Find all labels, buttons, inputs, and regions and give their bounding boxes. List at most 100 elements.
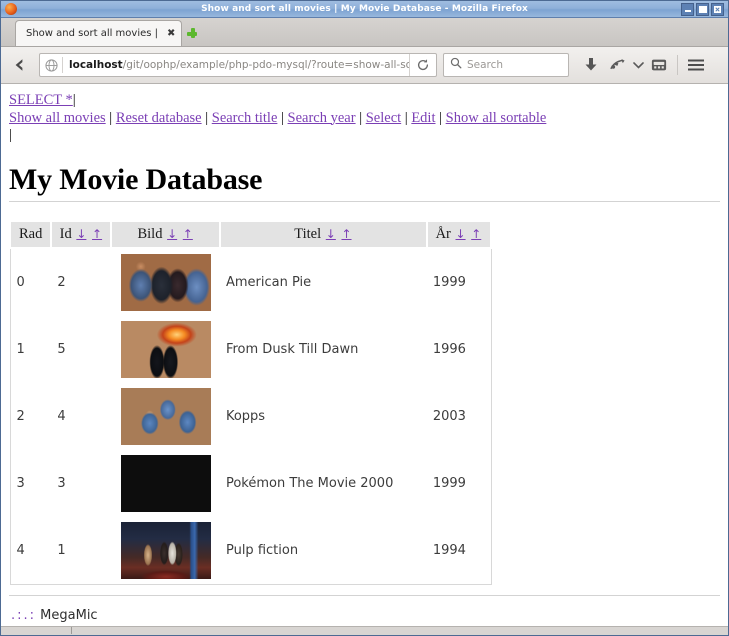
window-controls (681, 2, 726, 16)
column-label-bild: Bild (137, 225, 163, 242)
new-tab-button[interactable] (182, 20, 202, 46)
cell-id: 4 (57, 408, 66, 424)
cell-rad: 4 (16, 542, 25, 558)
footer-dots: .:.: (11, 607, 37, 623)
search-icon (450, 56, 462, 74)
link-reset-database[interactable]: Reset database (116, 110, 202, 126)
nav-separator-4: | (359, 109, 363, 126)
footer: .:.: MegaMic (9, 596, 720, 623)
link-search-year[interactable]: Search year (288, 110, 356, 126)
table-header-row: Rad Id ↓ ↑ Bild ↓ ↑ Titel ↓ ↑ År ↓ ↑ (8, 219, 493, 249)
window-title: Show and sort all movies | My Movie Data… (201, 4, 528, 14)
cell-rad: 1 (16, 341, 25, 357)
url-host: localhost (69, 59, 123, 71)
globe-icon (40, 58, 62, 72)
reload-button[interactable] (409, 54, 436, 76)
table-row: 3 3 Pokémon The Movie 2000 1999 (10, 450, 491, 517)
hamburger-menu-icon[interactable] (684, 52, 708, 78)
window-bottom-edge (1, 626, 728, 635)
close-button[interactable] (711, 2, 724, 16)
page-title: My Movie Database (9, 162, 263, 196)
cell-titel: Kopps (225, 408, 266, 424)
sort-asc-bild-icon[interactable]: ↑ (182, 227, 194, 241)
cell-id: 2 (57, 274, 66, 290)
toolbar-divider (677, 55, 678, 75)
link-edit[interactable]: Edit (411, 110, 435, 126)
cell-bild (111, 316, 220, 383)
cell-bild (111, 383, 220, 450)
maximize-button[interactable] (696, 2, 709, 16)
from-dusk-till-dawn-thumbnail (120, 320, 211, 378)
cell-id: 5 (57, 341, 66, 357)
link-select-star[interactable]: SELECT * (9, 92, 73, 108)
nav-separator-2: | (205, 109, 209, 126)
link-search-title[interactable]: Search title (212, 110, 278, 126)
site-navigation: SELECT * | Show all movies | Reset databa… (9, 92, 720, 145)
page-content: SELECT * | Show all movies | Reset databa… (1, 84, 728, 626)
cell-titel: Pulp fiction (225, 542, 299, 558)
cell-rad: 2 (16, 408, 25, 424)
nav-separator-7: | (9, 127, 12, 143)
download-icon[interactable] (579, 52, 603, 78)
sort-desc-titel-icon[interactable]: ↓ (325, 227, 337, 241)
column-header-ar: År ↓ ↑ (425, 219, 493, 249)
cell-bild (111, 248, 220, 316)
column-label-titel: Titel (294, 225, 322, 242)
plus-icon (187, 28, 198, 38)
sort-asc-titel-icon[interactable]: ↑ (340, 227, 352, 241)
pokemon-the-movie-2000-thumbnail (120, 454, 211, 512)
tab-show-and-sort-all-movies[interactable]: Show and sort all movies | ... ✖ (15, 20, 183, 46)
american-pie-thumbnail (120, 253, 211, 311)
cell-bild (111, 450, 220, 517)
tab-strip: Show and sort all movies | ... ✖ (1, 18, 728, 47)
movie-table-body: 0 2 American Pie 1999 1 5 From Dusk Till Dawn 1… (10, 248, 491, 585)
sort-desc-ar-icon[interactable]: ↓ (455, 227, 467, 241)
cell-ar: 2003 (432, 408, 466, 424)
link-show-all-movies[interactable]: Show all movies (9, 110, 106, 126)
table-row: 2 4 Kopps 2003 (10, 383, 491, 450)
link-show-all-sortable[interactable]: Show all sortable (446, 110, 547, 126)
sort-asc-id-icon[interactable]: ↑ (91, 227, 103, 241)
nav-separator-6: | (439, 109, 443, 126)
footer-text: MegaMic (40, 607, 98, 623)
cell-ar: 1996 (432, 341, 466, 357)
nav-separator-5: | (404, 109, 408, 126)
minimize-button[interactable] (681, 2, 694, 16)
table-row: 0 2 American Pie 1999 (10, 248, 491, 316)
cell-titel: American Pie (225, 274, 312, 290)
column-header-rad: Rad (8, 219, 53, 249)
cell-ar: 1994 (432, 542, 466, 558)
cell-ar: 1999 (432, 475, 466, 491)
url-text: localhost/git/oophp/example/php-pdo-mysq… (63, 54, 409, 76)
title-divider (9, 200, 720, 202)
cell-ar: 1999 (432, 274, 466, 290)
sort-asc-ar-icon[interactable]: ↑ (470, 227, 482, 241)
cell-bild (111, 517, 220, 585)
link-select[interactable]: Select (366, 110, 401, 126)
kopps-thumbnail (120, 387, 211, 445)
tab-close-icon[interactable]: ✖ (167, 28, 175, 39)
sort-desc-id-icon[interactable]: ↓ (75, 227, 87, 241)
toolbar-icon-group (579, 52, 708, 78)
nav-separator-1: | (109, 109, 113, 126)
table-row: 4 1 Pulp fiction 1994 (10, 517, 491, 585)
url-bar[interactable]: localhost/git/oophp/example/php-pdo-mysq… (39, 53, 437, 77)
chevron-down-icon[interactable] (631, 52, 645, 78)
sync-icon[interactable] (605, 52, 629, 78)
browser-window: Show and sort all movies | My Movie Data… (0, 0, 729, 636)
reader-icon[interactable] (647, 52, 671, 78)
column-label-rad: Rad (19, 225, 43, 242)
sort-desc-bild-icon[interactable]: ↓ (166, 227, 178, 241)
cell-id: 1 (57, 542, 66, 558)
url-path: /git/oophp/example/php-pdo-mysql/?route=… (122, 59, 409, 71)
cell-id: 3 (57, 475, 66, 491)
navigation-toolbar: localhost/git/oophp/example/php-pdo-mysq… (1, 47, 728, 84)
table-row: 1 5 From Dusk Till Dawn 1996 (10, 316, 491, 383)
search-bar[interactable]: Search (443, 53, 569, 77)
pulp-fiction-thumbnail (120, 521, 211, 579)
cell-titel: Pokémon The Movie 2000 (225, 475, 394, 491)
search-input[interactable]: Search (467, 59, 503, 71)
status-grip (71, 627, 72, 634)
back-button[interactable] (7, 52, 33, 78)
column-header-id: Id ↓ ↑ (50, 219, 113, 249)
